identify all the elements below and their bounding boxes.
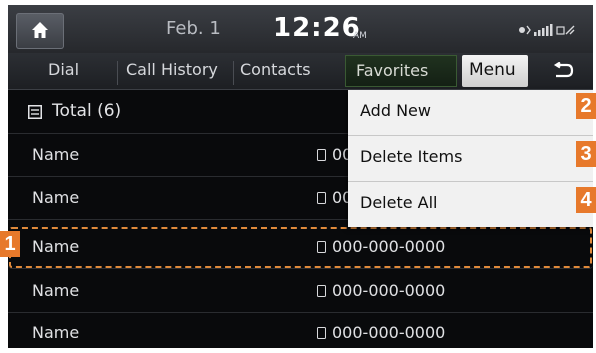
tab-favorites-label: Favorites xyxy=(356,61,429,80)
contact-name: Name xyxy=(32,323,80,342)
phone-icon xyxy=(317,149,326,161)
status-bar: Feb. 1 12:26 AM xyxy=(8,5,593,53)
back-button[interactable] xyxy=(535,55,591,87)
home-button[interactable] xyxy=(16,13,64,49)
callout-badge-2: 2 xyxy=(576,93,596,119)
menu-item-delete-all[interactable]: Delete All xyxy=(348,182,593,227)
favorites-total: Total (6) xyxy=(52,101,122,121)
list-icon xyxy=(28,105,42,119)
contact-name: Name xyxy=(32,281,80,300)
menu-button[interactable]: Menu xyxy=(462,55,528,87)
contact-name: Name xyxy=(32,145,80,164)
menu-item-delete-items[interactable]: Delete Items xyxy=(348,136,593,182)
menu-item-label: Add New xyxy=(360,101,431,120)
tab-dial[interactable]: Dial xyxy=(48,60,79,79)
tab-divider xyxy=(117,61,118,85)
tab-favorites[interactable]: Favorites xyxy=(345,55,457,87)
menu-item-label: Delete All xyxy=(360,193,438,212)
menu-item-add-new[interactable]: Add New xyxy=(348,90,593,136)
callout-badge-1: 1 xyxy=(0,231,20,257)
clock-ampm: AM xyxy=(353,31,367,41)
phone-icon xyxy=(317,192,326,204)
phone-number: 000-000-0000 xyxy=(332,281,446,300)
head-unit-screen: Feb. 1 12:26 AM Dial Call History Contac… xyxy=(8,5,593,348)
favorite-row-highlighted[interactable]: Name 000-000-0000 xyxy=(8,226,593,269)
back-arrow-icon xyxy=(553,62,574,78)
connectivity-status-icons xyxy=(519,24,575,36)
tab-contacts[interactable]: Contacts xyxy=(240,60,311,79)
phone-icon xyxy=(317,285,326,297)
phone-icon xyxy=(317,327,326,339)
date-display: Feb. 1 xyxy=(166,18,221,39)
favorite-row[interactable]: Name 000-000-0000 xyxy=(8,270,593,313)
options-menu: Add New Delete Items Delete All xyxy=(348,90,593,227)
contact-name: Name xyxy=(32,188,80,207)
callout-badge-3: 3 xyxy=(576,141,596,167)
favorite-row[interactable]: Name 000-000-0000 xyxy=(8,312,593,348)
menu-item-label: Delete Items xyxy=(360,147,463,166)
tab-call-history[interactable]: Call History xyxy=(126,60,218,79)
phone-icon xyxy=(317,241,326,253)
phone-number: 000-000-0000 xyxy=(332,323,446,342)
callout-badge-4: 4 xyxy=(576,187,596,213)
clock-time: 12:26 xyxy=(273,13,361,43)
tab-divider xyxy=(233,61,234,85)
menu-button-label: Menu xyxy=(469,60,516,80)
phone-number: 000-000-0000 xyxy=(332,237,446,256)
contact-name: Name xyxy=(32,237,80,256)
home-icon xyxy=(32,22,48,38)
phone-tab-bar: Dial Call History Contacts Favorites Men… xyxy=(8,53,593,90)
figure: Feb. 1 12:26 AM Dial Call History Contac… xyxy=(0,0,596,353)
